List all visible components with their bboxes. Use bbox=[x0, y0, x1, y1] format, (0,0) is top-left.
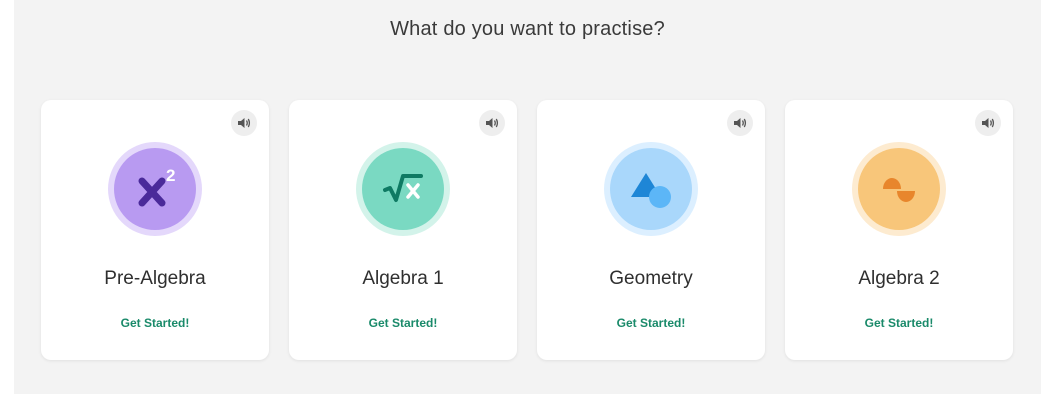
practice-selection-panel: What do you want to practise? 2 Pre-Alge… bbox=[14, 0, 1041, 394]
sound-button[interactable] bbox=[727, 110, 753, 136]
x-squared-icon: 2 bbox=[138, 166, 175, 207]
svg-text:2: 2 bbox=[166, 166, 175, 185]
speaker-icon bbox=[982, 118, 995, 128]
sound-button[interactable] bbox=[231, 110, 257, 136]
sound-button[interactable] bbox=[975, 110, 1001, 136]
get-started-link[interactable]: Get Started! bbox=[289, 316, 517, 330]
icon-circle bbox=[604, 142, 698, 236]
sine-wave-icon bbox=[883, 178, 915, 202]
icon-circle: 2 bbox=[108, 142, 202, 236]
card-pre-algebra[interactable]: 2 Pre-Algebra Get Started! bbox=[41, 100, 269, 360]
card-geometry[interactable]: Geometry Get Started! bbox=[537, 100, 765, 360]
card-title: Pre-Algebra bbox=[104, 268, 206, 289]
card-title: Algebra 2 bbox=[858, 268, 940, 289]
sound-button[interactable] bbox=[479, 110, 505, 136]
get-started-link[interactable]: Get Started! bbox=[785, 316, 1013, 330]
icon-circle bbox=[852, 142, 946, 236]
get-started-link[interactable]: Get Started! bbox=[537, 316, 765, 330]
speaker-icon bbox=[734, 118, 747, 128]
page-title: What do you want to practise? bbox=[390, 18, 665, 40]
card-algebra-2[interactable]: Algebra 2 Get Started! bbox=[785, 100, 1013, 360]
shapes-icon bbox=[631, 173, 671, 208]
subject-cards: 2 Pre-Algebra Get Started! Algebra 1 Get… bbox=[41, 100, 1013, 360]
icon-circle bbox=[356, 142, 450, 236]
square-root-icon bbox=[383, 174, 423, 202]
get-started-link[interactable]: Get Started! bbox=[41, 316, 269, 330]
card-title: Geometry bbox=[609, 268, 693, 289]
card-algebra-1[interactable]: Algebra 1 Get Started! bbox=[289, 100, 517, 360]
card-title: Algebra 1 bbox=[362, 268, 444, 289]
speaker-icon bbox=[238, 118, 251, 128]
speaker-icon bbox=[486, 118, 499, 128]
